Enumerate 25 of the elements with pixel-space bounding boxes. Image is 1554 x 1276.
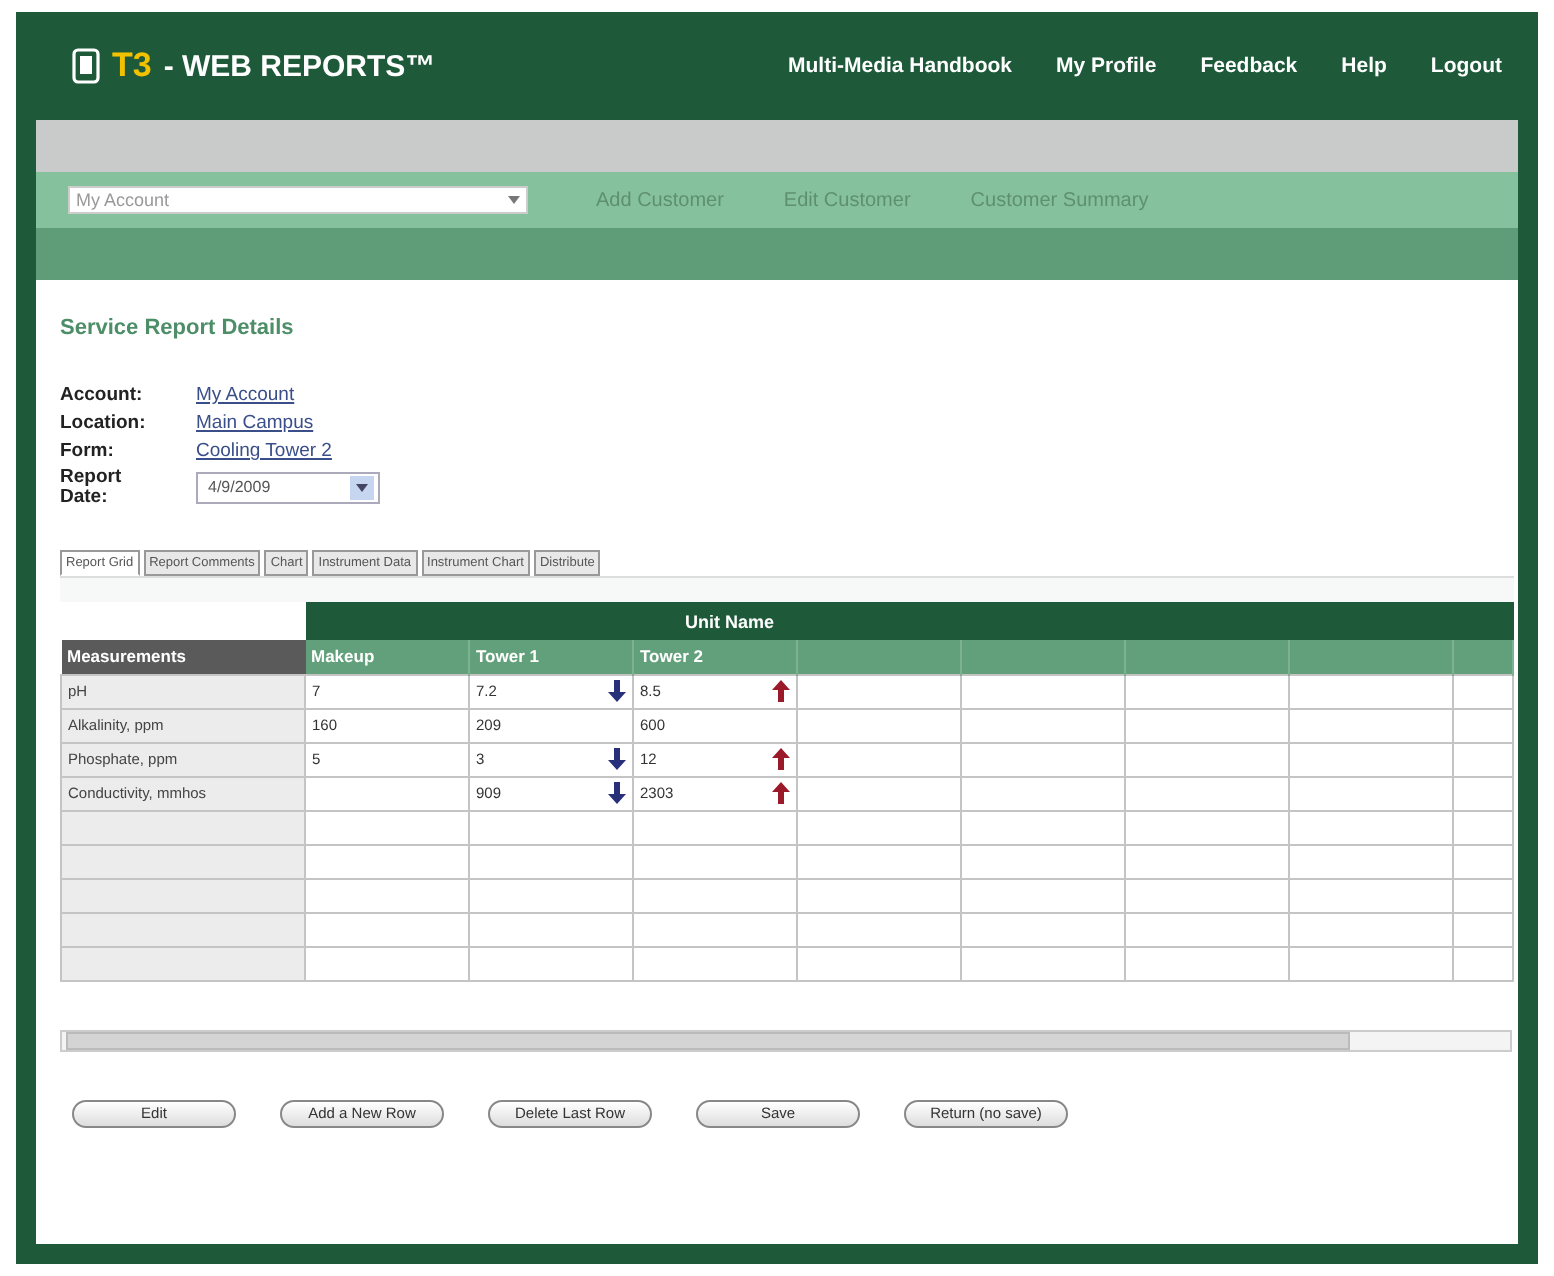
- field-label: Form:: [60, 441, 116, 461]
- nav-link[interactable]: Multi-Media Handbook: [788, 54, 1013, 78]
- field-label: Account:: [60, 385, 145, 405]
- detail-link[interactable]: Main Campus: [196, 412, 380, 434]
- date-dropdown[interactable]: 4/9/2009: [196, 471, 380, 503]
- app-title: - WEB REPORTS™: [163, 49, 436, 83]
- document-icon: [72, 48, 100, 84]
- caret-icon: [508, 196, 520, 204]
- detail-link[interactable]: Cooling Tower 2: [196, 440, 380, 462]
- column-header: Tower 2: [633, 640, 797, 674]
- column-header: Measurements: [61, 640, 305, 674]
- column-header: Makeup: [305, 640, 469, 674]
- field-label: Location:: [60, 413, 148, 433]
- detail-link[interactable]: My Account: [196, 384, 380, 406]
- horizontal-scrollbar[interactable]: [60, 1029, 1512, 1051]
- nav-link[interactable]: Feedback: [1200, 54, 1298, 78]
- field-label: Report Date:: [60, 468, 124, 506]
- column-group-header: Unit Name: [305, 602, 1514, 640]
- nav-link[interactable]: My Profile: [1056, 54, 1157, 78]
- logo-mark: T3: [112, 46, 152, 86]
- column-header: Tower 1: [469, 640, 633, 674]
- nav-link[interactable]: Help: [1341, 54, 1387, 78]
- page-title: Service Report Details: [60, 316, 296, 340]
- nav-link[interactable]: Logout: [1430, 54, 1502, 78]
- caret-icon: [356, 483, 368, 491]
